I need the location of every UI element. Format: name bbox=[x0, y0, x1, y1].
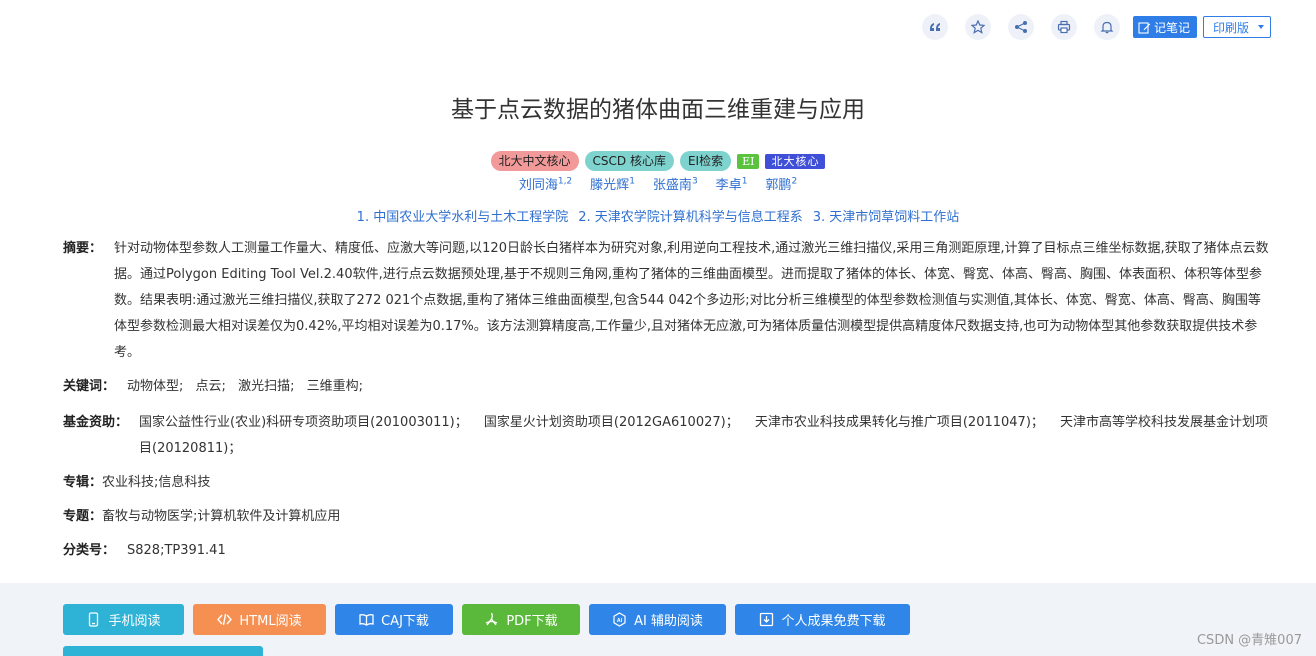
abstract-label: 摘要： bbox=[63, 241, 103, 256]
article-title: 基于点云数据的猪体曲面三维重建与应用 bbox=[451, 97, 865, 123]
badge-ei: EI bbox=[737, 153, 760, 169]
html-read-button[interactable]: HTML阅读 bbox=[193, 604, 326, 635]
mobile-read-label: 手机阅读 bbox=[108, 614, 161, 629]
free-download-button[interactable]: 个人成果免费下载 bbox=[735, 604, 910, 635]
caj-download-button[interactable]: CAJ下载 bbox=[335, 604, 453, 635]
funding-label: 基金资助： bbox=[63, 415, 129, 430]
svg-text:AI: AI bbox=[617, 618, 623, 624]
affiliation-link[interactable]: 3. 天津市饲草饲料工作站 bbox=[813, 206, 960, 225]
caj-download-label: CAJ下载 bbox=[381, 614, 429, 629]
download-icon bbox=[760, 612, 774, 627]
bell-icon[interactable] bbox=[1093, 14, 1120, 40]
classification-value: S828;TP391.41 bbox=[127, 543, 226, 558]
author-list: 刘同海1,2 滕光辉1 张盛南3 李卓1 郭鹏2 bbox=[0, 174, 1316, 193]
keyword-link[interactable]: 激光扫描; bbox=[238, 379, 294, 394]
html-read-label: HTML阅读 bbox=[239, 614, 302, 629]
keyword-list: 动物体型; 点云; 激光扫描; 三维重构; bbox=[127, 374, 371, 400]
keyword-link[interactable]: 三维重构; bbox=[307, 379, 363, 394]
album-value: 农业科技;信息科技 bbox=[102, 475, 211, 490]
abstract-text: 针对动物体型参数人工测量工作量大、精度低、应激大等问题,以120日龄长白猪样本为… bbox=[114, 241, 1269, 360]
star-icon[interactable] bbox=[964, 14, 991, 40]
author-link[interactable]: 滕光辉1 bbox=[590, 174, 635, 193]
author-link[interactable]: 郭鹏2 bbox=[765, 174, 797, 193]
take-notes-label: 记笔记 bbox=[1153, 20, 1190, 35]
album-label: 专辑： bbox=[63, 475, 103, 490]
funding-list: 国家公益性行业(农业)科研专项资助项目(201003011)； 国家星火计划资助… bbox=[139, 410, 1271, 462]
keywords-row: 关键词： 动物体型; 点云; 激光扫描; 三维重构; bbox=[63, 374, 1271, 400]
pencil-icon bbox=[1138, 21, 1151, 34]
album-row: 专辑： 农业科技;信息科技 bbox=[63, 470, 1271, 496]
printer-icon[interactable] bbox=[1050, 14, 1077, 40]
index-badges: 北大中文核心 CSCD 核心库 EI检索 EI 北大核心 bbox=[0, 151, 1316, 171]
ai-read-label: AI 辅助阅读 bbox=[634, 614, 703, 629]
topic-label: 专题： bbox=[63, 509, 103, 524]
author-link[interactable]: 李卓1 bbox=[716, 174, 748, 193]
print-version-dropdown[interactable]: 印刷版 bbox=[1202, 16, 1271, 38]
author-link[interactable]: 刘同海1,2 bbox=[519, 174, 572, 193]
download-buttons: 手机阅读 HTML阅读 CAJ下载 PDF下载 AI AI 辅助阅读 个人成果免… bbox=[63, 604, 919, 635]
keywords-label: 关键词： bbox=[63, 379, 116, 394]
take-notes-button[interactable]: 记笔记 bbox=[1132, 16, 1197, 38]
classification-row: 分类号： S828;TP391.41 bbox=[63, 538, 1271, 564]
pdf-download-label: PDF下载 bbox=[506, 614, 558, 629]
mobile-read-button[interactable]: 手机阅读 bbox=[63, 604, 184, 635]
share-icon[interactable] bbox=[1007, 14, 1034, 40]
badge-cscd[interactable]: CSCD 核心库 bbox=[584, 151, 674, 171]
badge-pku-core[interactable]: 北大中文核心 bbox=[490, 151, 579, 171]
article-toolbar: 记笔记 印刷版 bbox=[921, 14, 1271, 40]
topic-row: 专题： 畜牧与动物医学;计算机软件及计算机应用 bbox=[63, 504, 1271, 530]
badge-pku-core-small: 北大核心 bbox=[765, 153, 826, 169]
ai-read-button[interactable]: AI AI 辅助阅读 bbox=[589, 604, 726, 635]
affiliation-link[interactable]: 1. 中国农业大学水利与土木工程学院 bbox=[357, 206, 569, 225]
watermark: CSDN @青雉007 bbox=[1196, 633, 1302, 648]
chevron-down-icon bbox=[1258, 25, 1264, 29]
badge-ei-index[interactable]: EI检索 bbox=[679, 151, 732, 171]
topic-value: 畜牧与动物医学;计算机软件及计算机应用 bbox=[102, 509, 341, 524]
quote-icon[interactable] bbox=[921, 14, 948, 40]
affiliation-list: 1. 中国农业大学水利与土木工程学院 2. 天津农学院计算机科学与信息工程系 3… bbox=[0, 206, 1316, 225]
phone-icon bbox=[89, 612, 99, 627]
funding-row: 基金资助： 国家公益性行业(农业)科研专项资助项目(201003011)； 国家… bbox=[63, 410, 1271, 462]
keyword-link[interactable]: 点云; bbox=[196, 379, 226, 394]
print-version-label: 印刷版 bbox=[1212, 20, 1249, 35]
affiliation-link[interactable]: 2. 天津农学院计算机科学与信息工程系 bbox=[578, 206, 803, 225]
book-icon bbox=[359, 614, 374, 626]
classification-label: 分类号： bbox=[63, 543, 116, 558]
fund-link[interactable]: 天津市农业科技成果转化与推广项目(2011047)； bbox=[755, 415, 1044, 430]
keyword-link[interactable]: 动物体型; bbox=[127, 379, 183, 394]
free-download-label: 个人成果免费下载 bbox=[781, 614, 886, 629]
author-link[interactable]: 张盛南3 bbox=[653, 174, 698, 193]
code-icon bbox=[217, 613, 233, 626]
fund-link[interactable]: 国家星火计划资助项目(2012GA610027)； bbox=[484, 415, 739, 430]
second-row-button[interactable] bbox=[63, 646, 263, 656]
ai-icon: AI bbox=[613, 612, 626, 627]
pdf-download-button[interactable]: PDF下载 bbox=[462, 604, 580, 635]
fund-link[interactable]: 国家公益性行业(农业)科研专项资助项目(201003011)； bbox=[139, 415, 468, 430]
pdf-icon bbox=[486, 612, 498, 626]
abstract-row: 摘要： 针对动物体型参数人工测量工作量大、精度低、应激大等问题,以120日龄长白… bbox=[63, 236, 1271, 366]
download-bar: 手机阅读 HTML阅读 CAJ下载 PDF下载 AI AI 辅助阅读 个人成果免… bbox=[0, 583, 1316, 656]
